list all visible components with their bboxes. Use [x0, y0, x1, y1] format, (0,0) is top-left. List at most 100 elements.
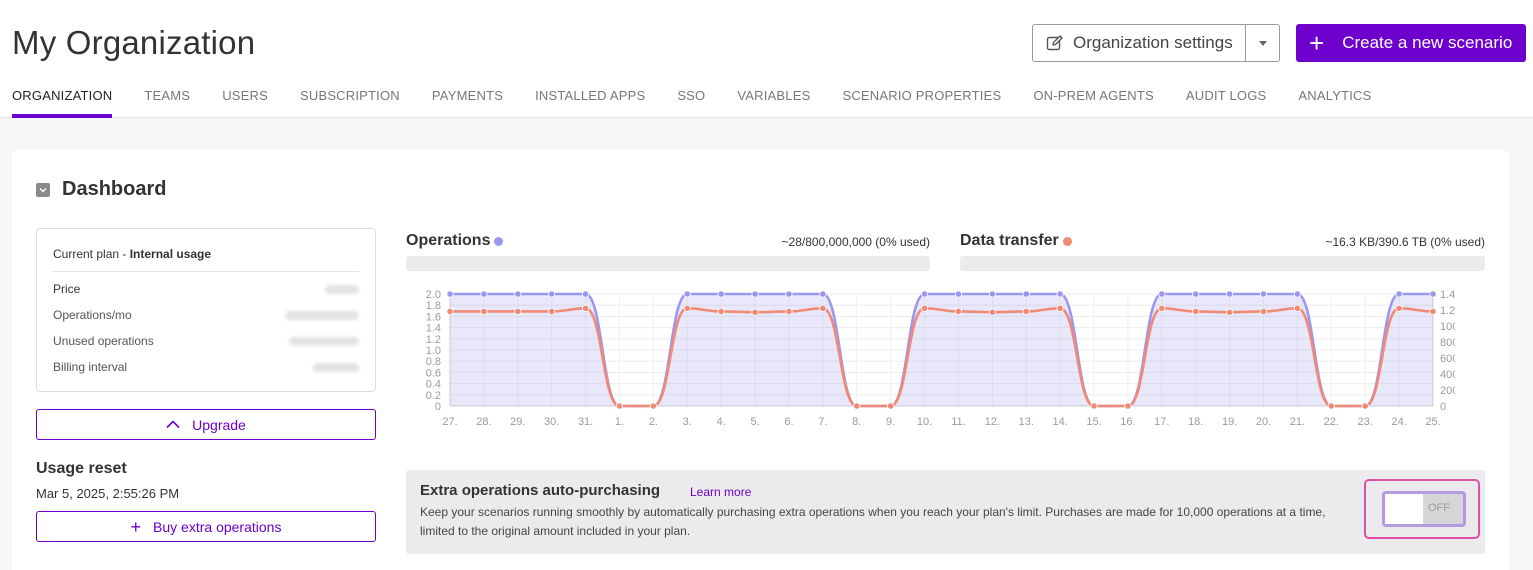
tab-variables[interactable]: VARIABLES — [737, 88, 810, 118]
chevron-up-icon — [166, 420, 180, 429]
toggle-highlight: OFF — [1364, 479, 1480, 539]
plan-row-billing: Billing interval — [53, 360, 359, 374]
data-point-operations — [1429, 290, 1437, 298]
data-point-operations — [480, 290, 488, 298]
x-tick-label: 29. — [510, 416, 525, 428]
y-left-tick-label: 0.4 — [426, 379, 441, 391]
plus-icon: + — [1309, 28, 1325, 58]
buy-extra-operations-label: Buy extra operations — [153, 518, 282, 535]
data-point-data-transfer — [683, 304, 691, 312]
edit-icon — [1046, 35, 1063, 51]
tab-installed-apps[interactable]: INSTALLED APPS — [535, 88, 645, 118]
data-point-data-transfer — [819, 304, 827, 312]
data-transfer-metric-header: Data transfer — [960, 232, 1072, 250]
data-point-operations — [581, 290, 590, 298]
tab-subscription[interactable]: SUBSCRIPTION — [300, 88, 400, 118]
dashboard-header[interactable]: Dashboard — [36, 178, 166, 201]
y-left-tick-label: 0.6 — [426, 367, 441, 379]
data-point-operations — [1226, 290, 1234, 298]
top-header: My Organization Organization settings + … — [0, 0, 1533, 118]
toggle-knob — [1385, 494, 1423, 524]
create-scenario-button[interactable]: + Create a new scenario — [1296, 24, 1526, 62]
upgrade-button[interactable]: Upgrade — [36, 409, 376, 440]
y-left-tick-label: 1.0 — [426, 345, 441, 357]
y-left-tick-label: 1.4 — [426, 323, 441, 335]
data-point-operations — [1022, 290, 1030, 298]
data-transfer-metric-name: Data transfer — [960, 232, 1059, 249]
operations-metric-value: ~28/800,000,000 (0% used) — [781, 235, 930, 249]
data-point-operations — [988, 290, 996, 298]
data-point-data-transfer — [1022, 307, 1030, 316]
tab-users[interactable]: USERS — [222, 88, 268, 118]
current-plan-heading: Current plan - Internal usage — [53, 247, 211, 261]
tab-organization[interactable]: ORGANIZATION — [12, 88, 113, 118]
current-plan-name: Internal usage — [129, 247, 212, 261]
data-point-data-transfer — [548, 307, 556, 316]
y-right-tick-label: 1000.0 B — [1440, 321, 1455, 333]
y-left-tick-label: 1.8 — [426, 300, 441, 312]
data-transfer-usage-bar — [960, 256, 1485, 271]
data-point-operations — [819, 290, 827, 298]
tab-payments[interactable]: PAYMENTS — [432, 88, 503, 118]
data-point-operations — [717, 290, 725, 298]
plus-icon: + — [130, 516, 142, 537]
data-point-data-transfer — [615, 402, 624, 410]
data-point-data-transfer — [1361, 402, 1369, 410]
data-point-data-transfer — [751, 308, 759, 316]
data-point-data-transfer — [954, 307, 963, 316]
learn-more-link[interactable]: Learn more — [690, 485, 751, 499]
plan-row-value-blurred — [285, 310, 359, 320]
x-tick-label: 13. — [1019, 416, 1034, 428]
data-transfer-metric-value: ~16.3 KB/390.6 TB (0% used) — [1325, 235, 1485, 249]
data-point-data-transfer — [988, 308, 996, 316]
y-right-tick-label: 800.0 B — [1440, 337, 1455, 349]
data-point-operations — [548, 290, 556, 298]
y-right-tick-label: 1.4 KB — [1440, 289, 1455, 301]
tab-scenario-properties[interactable]: SCENARIO PROPERTIES — [842, 88, 1001, 118]
data-point-data-transfer — [480, 307, 488, 316]
data-point-data-transfer — [920, 304, 929, 312]
organization-settings-dropdown[interactable] — [1246, 25, 1279, 61]
x-tick-label: 22. — [1324, 416, 1339, 428]
plan-row-value-blurred — [325, 284, 359, 294]
data-point-data-transfer — [1327, 402, 1335, 410]
y-left-tick-label: 1.6 — [426, 311, 441, 323]
buy-extra-operations-button[interactable]: + Buy extra operations — [36, 511, 376, 542]
x-tick-label: 18. — [1188, 416, 1203, 428]
organization-settings-button[interactable]: Organization settings — [1033, 25, 1246, 61]
page-title: My Organization — [12, 24, 256, 61]
data-point-data-transfer — [1056, 304, 1064, 312]
data-point-data-transfer — [785, 307, 793, 316]
y-left-tick-label: 2.0 — [426, 289, 441, 301]
x-tick-label: 21. — [1290, 416, 1305, 428]
tab-analytics[interactable]: ANALYTICS — [1298, 88, 1371, 118]
upgrade-label: Upgrade — [192, 416, 246, 433]
data-point-operations — [1056, 290, 1064, 298]
collapse-icon — [36, 182, 50, 197]
dashboard-card: Dashboard Current plan - Internal usage … — [12, 150, 1509, 570]
data-point-data-transfer — [1192, 307, 1200, 316]
usage-chart: 2.01.81.61.41.21.00.80.60.40.201.4 KB1.2… — [426, 289, 1455, 428]
caret-down-icon — [1258, 40, 1267, 46]
data-point-data-transfer — [1158, 304, 1166, 312]
data-point-operations — [1192, 290, 1200, 298]
plan-row-price: Price — [53, 282, 359, 296]
operations-usage-bar — [406, 256, 930, 271]
tab-on-prem-agents[interactable]: ON-PREM AGENTS — [1033, 88, 1154, 118]
data-point-data-transfer — [514, 307, 522, 316]
plan-row-value-blurred — [313, 362, 359, 372]
data-point-data-transfer — [1429, 307, 1437, 316]
tab-sso[interactable]: SSO — [677, 88, 705, 118]
y-right-tick-label: 400.0 B — [1440, 369, 1455, 381]
operations-legend-dot — [494, 236, 504, 246]
x-tick-label: 28. — [476, 416, 491, 428]
x-tick-label: 23. — [1358, 416, 1373, 428]
data-point-data-transfer — [1124, 402, 1132, 410]
tab-teams[interactable]: TEAMS — [144, 88, 190, 118]
auto-purchase-toggle[interactable]: OFF — [1382, 491, 1466, 527]
extra-operations-panel: Extra operations auto-purchasing Learn m… — [406, 470, 1485, 554]
toggle-state-label: OFF — [1428, 502, 1450, 514]
tab-audit-logs[interactable]: AUDIT LOGS — [1186, 88, 1267, 118]
tab-bar: ORGANIZATION TEAMS USERS SUBSCRIPTION PA… — [12, 88, 1403, 118]
data-point-data-transfer — [853, 402, 861, 410]
